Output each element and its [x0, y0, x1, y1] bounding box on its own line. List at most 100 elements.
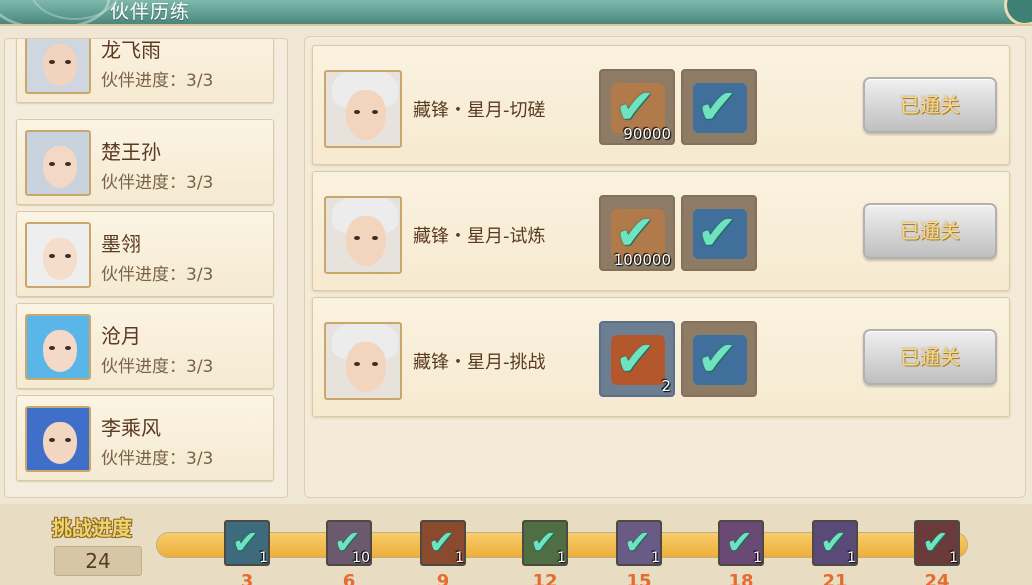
milestone-quantity: 1	[259, 550, 268, 566]
close-button[interactable]	[1004, 0, 1032, 24]
milestone-reward[interactable]: ✔ 1	[718, 520, 764, 566]
avatar-eye	[65, 346, 71, 350]
partner-name: 龙飞雨	[101, 38, 161, 62]
milestone-threshold: 3	[240, 571, 254, 585]
milestone-threshold: 21	[822, 571, 848, 585]
avatar-eye	[65, 60, 71, 64]
avatar-eye	[49, 162, 55, 166]
avatar-face	[346, 90, 386, 140]
partner-name: 楚王孙	[101, 140, 161, 164]
milestone-threshold: 9	[436, 571, 450, 585]
partner-progress: 伙伴进度：3/3	[101, 449, 214, 469]
cleared-button[interactable]: 已通关	[863, 329, 997, 385]
milestone-threshold: 6	[342, 571, 356, 585]
partner-avatar	[25, 39, 91, 94]
partner-card[interactable]: 沧月伙伴进度：3/3	[16, 303, 274, 389]
check-icon: ✔	[697, 79, 738, 135]
milestone-reward[interactable]: ✔ 1	[616, 520, 662, 566]
avatar-eye	[372, 110, 378, 114]
partner-name: 沧月	[101, 324, 141, 348]
check-icon: ✔	[624, 523, 651, 561]
partner-progress: 伙伴进度：3/3	[101, 357, 214, 377]
challenge-progress-bar: 挑战进度 24 ✔ 1 3 ✔ 10 6 ✔ 1 9 ✔ 1 12 ✔ 1 15 ✔ 1 18 ✔ 1 21 ✔ 1 24	[0, 504, 1032, 585]
reward-quantity: 100000	[613, 251, 671, 269]
cleared-button[interactable]: 已通关	[863, 203, 997, 259]
milestone-reward[interactable]: ✔ 1	[420, 520, 466, 566]
partner-card[interactable]: 墨翎伙伴进度：3/3	[16, 211, 274, 297]
milestone-threshold: 24	[924, 571, 950, 585]
reward-slot[interactable]: ✔ 90000	[599, 69, 675, 145]
avatar-face	[43, 44, 77, 86]
check-icon: ✔	[922, 523, 949, 561]
avatar-face	[346, 342, 386, 392]
avatar-face	[346, 216, 386, 266]
milestone-reward[interactable]: ✔ 1	[812, 520, 858, 566]
mission-name: 藏锋・星月-挑战	[413, 352, 546, 373]
partner-progress: 伙伴进度：3/3	[101, 173, 214, 193]
cleared-button[interactable]: 已通关	[863, 77, 997, 133]
challenge-progress-value: 24	[54, 546, 142, 576]
milestone-quantity: 1	[651, 550, 660, 566]
partner-avatar	[25, 406, 91, 472]
partner-card[interactable]: 龙飞雨伙伴进度：3/3	[16, 38, 274, 103]
avatar-face	[43, 238, 77, 280]
milestone-quantity: 1	[753, 550, 762, 566]
avatar-eye	[65, 438, 71, 442]
title-bar: 伙伴历练	[0, 0, 1032, 26]
mission-row: 藏锋・星月-挑战 ✔ 2 ✔ 已通关	[312, 297, 1010, 417]
partner-name: 墨翎	[101, 232, 141, 256]
milestone-threshold: 18	[728, 571, 754, 585]
reward-slot[interactable]: ✔ 100000	[599, 195, 675, 271]
avatar-eye	[372, 236, 378, 240]
reward-quantity: 90000	[623, 125, 671, 143]
window-title: 伙伴历练	[110, 1, 191, 23]
milestone-quantity: 1	[455, 550, 464, 566]
mission-row: 藏锋・星月-切磋 ✔ 90000 ✔ 已通关	[312, 45, 1010, 165]
milestone-reward[interactable]: ✔ 10	[326, 520, 372, 566]
mission-avatar	[324, 322, 402, 400]
avatar-face	[43, 330, 77, 372]
check-icon: ✔	[530, 523, 557, 561]
partner-card[interactable]: 李乘风伙伴进度：3/3	[16, 395, 274, 481]
partner-avatar	[25, 130, 91, 196]
mission-name: 藏锋・星月-试炼	[413, 226, 546, 247]
check-icon: ✔	[232, 523, 259, 561]
milestone-reward[interactable]: ✔ 1	[224, 520, 270, 566]
milestone-quantity: 1	[557, 550, 566, 566]
check-icon: ✔	[820, 523, 847, 561]
milestone-reward[interactable]: ✔ 1	[914, 520, 960, 566]
avatar-eye	[49, 438, 55, 442]
avatar-eye	[65, 254, 71, 258]
milestone-threshold: 15	[626, 571, 652, 585]
challenge-progress-label: 挑战进度	[52, 516, 132, 540]
check-icon: ✔	[697, 331, 738, 387]
mission-row: 藏锋・星月-试炼 ✔ 100000 ✔ 已通关	[312, 171, 1010, 291]
milestone-reward[interactable]: ✔ 1	[522, 520, 568, 566]
avatar-eye	[49, 346, 55, 350]
reward-slot[interactable]: ✔	[681, 195, 757, 271]
partner-avatar	[25, 222, 91, 288]
avatar-eye	[49, 60, 55, 64]
partner-progress: 伙伴进度：3/3	[101, 71, 214, 91]
partner-name: 李乘风	[101, 416, 161, 440]
milestone-quantity: 10	[352, 550, 370, 566]
partner-card[interactable]: 楚王孙伙伴进度：3/3	[16, 119, 274, 205]
avatar-face	[43, 422, 77, 464]
check-icon: ✔	[726, 523, 753, 561]
mission-avatar	[324, 196, 402, 274]
reward-slot[interactable]: ✔	[681, 69, 757, 145]
mission-panel: 藏锋・星月-切磋 ✔ 90000 ✔ 已通关 藏锋・星月-试炼 ✔ 100000 ✔ 已通关 藏锋・…	[304, 36, 1026, 498]
milestone-quantity: 1	[847, 550, 856, 566]
partner-avatar	[25, 314, 91, 380]
avatar-eye	[372, 362, 378, 366]
reward-slot[interactable]: ✔ 2	[599, 321, 675, 397]
check-icon: ✔	[697, 205, 738, 261]
avatar-eye	[49, 254, 55, 258]
reward-quantity: 2	[661, 377, 671, 395]
avatar-eye	[65, 162, 71, 166]
reward-slot[interactable]: ✔	[681, 321, 757, 397]
partner-list[interactable]: 龙飞雨 伙伴进度：3/3 楚王孙 伙伴进度：3/3 墨翎 伙伴进度：3/3 沧月 伙伴进度：3…	[4, 38, 288, 498]
mission-name: 藏锋・星月-切磋	[413, 100, 546, 121]
milestone-quantity: 1	[949, 550, 958, 566]
partner-progress: 伙伴进度：3/3	[101, 265, 214, 285]
